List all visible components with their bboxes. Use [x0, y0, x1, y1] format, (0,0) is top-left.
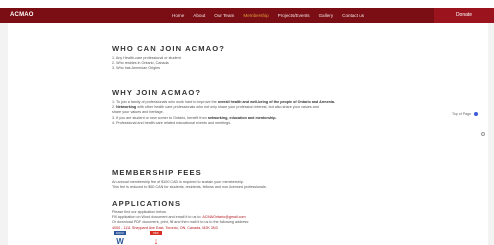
who-item: 3. Who has Armenian Origins: [112, 66, 160, 71]
site-logo[interactable]: ACMAO: [10, 8, 34, 23]
who-section: WHO CAN JOIN ACMAO? 1. Any Health-care p…: [112, 44, 225, 72]
why-item-bold: Networking: [116, 105, 137, 110]
scroll-indicator-icon[interactable]: [481, 132, 485, 136]
nav-home[interactable]: Home: [172, 13, 184, 18]
why-item: 4. Professional and health care related …: [112, 121, 335, 126]
applications-section: APPLICATIONS Please find our application…: [112, 199, 249, 231]
applications-heading: APPLICATIONS: [112, 199, 182, 208]
nav-about[interactable]: About: [193, 13, 205, 18]
top-of-page-dot-icon: [474, 112, 479, 116]
right-margin: [488, 22, 494, 245]
top-of-page-link[interactable]: Top of Page: [452, 112, 479, 116]
left-margin: [0, 22, 8, 245]
pdf-document-icon[interactable]: PDF ↓: [148, 231, 166, 245]
pdf-download-arrow: ↓: [153, 236, 159, 245]
email-link[interactable]: ACMAOntario@gmail.com: [202, 215, 245, 219]
nav-projects-events[interactable]: Projects/Events: [278, 13, 310, 18]
nav-membership[interactable]: Membership: [243, 13, 268, 18]
word-doc-letter: W: [116, 236, 124, 245]
application-downloads: DOCX W PDF ↓: [112, 231, 166, 245]
nav-menu: Home About Our Team Membership Projects/…: [172, 8, 364, 23]
why-item-text: with other health care professionals who…: [136, 105, 319, 110]
top-navbar: ACMAO Home About Our Team Membership Pro…: [0, 8, 494, 23]
fees-section: MEMBERSHIP FEES An annual membership fee…: [112, 168, 267, 190]
nav-gallery[interactable]: Gallery: [319, 13, 334, 18]
fees-line: This fee is reduced to $50 CAN for stude…: [112, 185, 267, 190]
applications-line: Or download PDF document, print, fill an…: [112, 220, 250, 225]
why-section: WHY JOIN ACMAO? 1. To join a family of p…: [112, 88, 335, 126]
why-item-bold: overall health and well-being of the peo…: [217, 100, 335, 104]
nav-our-team[interactable]: Our Team: [214, 13, 234, 18]
why-item-text: 3. If you are student or new comer to On…: [112, 115, 208, 120]
page: ACMAO Home About Our Team Membership Pro…: [0, 0, 494, 245]
word-document-icon[interactable]: DOCX W: [112, 231, 130, 245]
donate-button[interactable]: Donate: [434, 8, 494, 23]
why-item-text: 1. To join a family of professionals who…: [112, 100, 218, 104]
who-heading: WHO CAN JOIN ACMAO?: [112, 44, 226, 53]
applications-text: Fill application on Word document and em…: [112, 215, 203, 220]
why-heading: WHY JOIN ACMAO?: [112, 88, 202, 97]
why-item-text: 4. Professional and health care related …: [112, 120, 232, 125]
nav-contact-us[interactable]: Contact us: [342, 13, 364, 18]
why-item-text: share your values and heritage.: [112, 110, 164, 115]
why-item-bold: networking, education and mentorship.: [207, 115, 277, 120]
fees-heading: MEMBERSHIP FEES: [112, 168, 202, 177]
top-of-page-label: Top of Page: [452, 112, 472, 116]
